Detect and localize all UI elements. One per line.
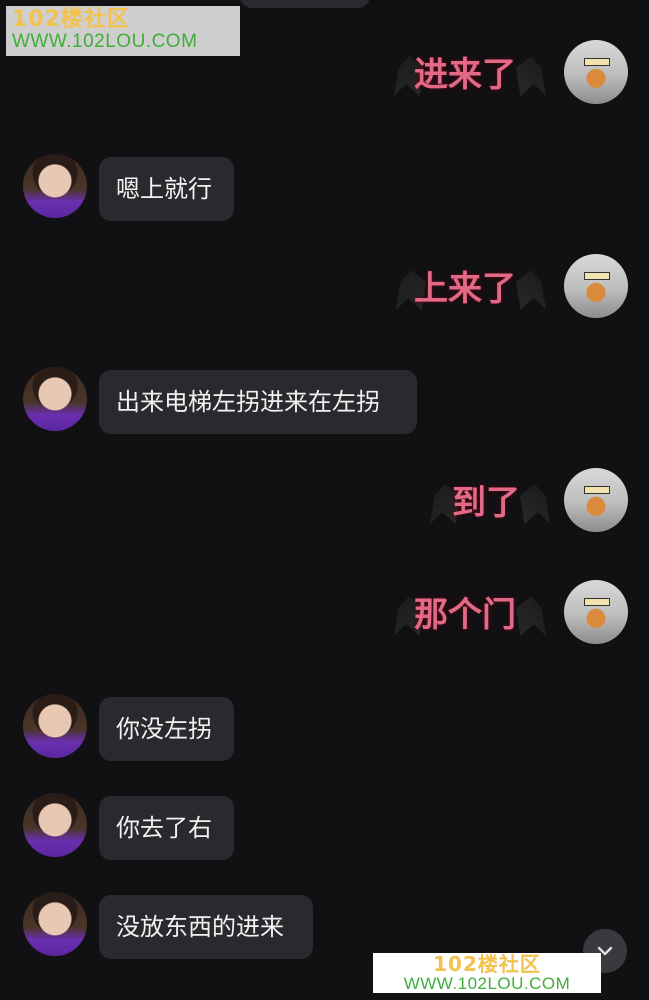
avatar[interactable] <box>23 694 87 758</box>
sticker-text[interactable]: 到了 <box>452 476 520 530</box>
chat-screen: 进来了 嗯上就行 上来了 出来电梯左拐进来在左拐 到了 那个门 你没左拐 你去了… <box>0 0 649 1000</box>
avatar[interactable] <box>564 254 628 318</box>
watermark-top: 102楼社区 WWW.102LOU.COM <box>6 6 240 56</box>
bat-wing-decoration <box>516 596 546 636</box>
message-bubble[interactable]: 出来电梯左拐进来在左拐 <box>99 370 417 434</box>
message-bubble[interactable]: 你去了右 <box>99 796 234 860</box>
avatar[interactable] <box>23 793 87 857</box>
message-row: 嗯上就行 <box>0 154 649 224</box>
cat-caption-decoration <box>584 598 610 606</box>
message-row: 上来了 <box>0 254 649 324</box>
message-bubble[interactable]: 没放东西的进来 <box>99 895 313 959</box>
message-row: 你没左拐 <box>0 694 649 764</box>
cat-caption-decoration <box>584 58 610 66</box>
watermark-title: 102楼社区 <box>433 952 541 976</box>
watermark-title: 102楼社区 <box>12 7 130 32</box>
sticker-text[interactable]: 上来了 <box>414 262 516 316</box>
message-bubble-partial[interactable] <box>240 0 370 8</box>
bat-wing-decoration <box>516 270 546 310</box>
watermark-url: WWW.102LOU.COM <box>403 974 571 993</box>
message-row: 没放东西的进来 <box>0 892 649 962</box>
avatar[interactable] <box>23 367 87 431</box>
message-row: 出来电梯左拐进来在左拐 <box>0 367 649 437</box>
message-bubble[interactable]: 你没左拐 <box>99 697 234 761</box>
avatar[interactable] <box>564 40 628 104</box>
message-row: 那个门 <box>0 580 649 650</box>
bat-wing-decoration <box>520 484 550 524</box>
avatar[interactable] <box>564 580 628 644</box>
cat-caption-decoration <box>584 486 610 494</box>
watermark-url: WWW.102LOU.COM <box>12 31 198 52</box>
sticker-text[interactable]: 那个门 <box>414 588 516 642</box>
bat-wing-decoration <box>516 56 546 96</box>
watermark-bottom: 102楼社区 WWW.102LOU.COM <box>373 953 601 993</box>
message-row: 到了 <box>0 468 649 538</box>
avatar[interactable] <box>564 468 628 532</box>
avatar[interactable] <box>23 154 87 218</box>
cat-caption-decoration <box>584 272 610 280</box>
message-row: 你去了右 <box>0 793 649 863</box>
avatar[interactable] <box>23 892 87 956</box>
message-bubble[interactable]: 嗯上就行 <box>99 157 234 221</box>
sticker-text[interactable]: 进来了 <box>414 48 516 102</box>
